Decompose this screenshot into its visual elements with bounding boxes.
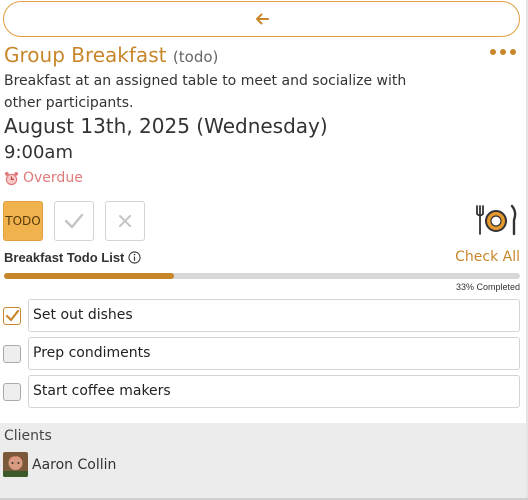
task-row: Start coffee makers: [3, 375, 520, 409]
event-title-row: Group Breakfast (todo): [4, 43, 520, 69]
todo-list-title: Breakfast Todo List: [4, 250, 125, 265]
fork-plate-knife-icon: [476, 204, 517, 236]
todo-progress-fill: [4, 273, 175, 279]
task-row: Prep condiments: [3, 337, 520, 371]
event-type: (todo): [172, 48, 219, 66]
back-button[interactable]: [3, 1, 520, 37]
alarm-clock-icon: [4, 171, 19, 185]
arrow-left-icon: [255, 13, 269, 25]
progress-text: 33% Completed: [455, 282, 520, 292]
task-checkbox[interactable]: [3, 307, 21, 325]
overdue-status: Overdue: [4, 170, 83, 186]
task-checkbox[interactable]: [3, 345, 21, 363]
cancel-status-button[interactable]: [105, 201, 145, 241]
client-name: Aaron Collin: [32, 456, 117, 473]
task-checkbox[interactable]: [3, 383, 21, 401]
done-status-button[interactable]: [54, 201, 94, 241]
event-title: Group Breakfast: [4, 43, 167, 67]
event-date: August 13th, 2025 (Wednesday): [4, 114, 328, 138]
avatar: [3, 452, 28, 477]
event-description: Breakfast at an assigned table to meet a…: [4, 73, 407, 111]
x-icon: [119, 215, 131, 227]
check-all-button[interactable]: Check All: [455, 249, 520, 265]
todo-status-button[interactable]: TODO: [3, 201, 43, 241]
overdue-text: Overdue: [23, 170, 83, 186]
task-label[interactable]: Set out dishes: [28, 299, 520, 332]
client-item[interactable]: Aaron Collin: [3, 452, 116, 477]
clients-label: Clients: [4, 428, 52, 444]
info-icon[interactable]: [128, 251, 141, 264]
checkmark-icon: [5, 309, 20, 322]
task-label[interactable]: Prep condiments: [28, 337, 520, 370]
event-time: 9:00am: [4, 142, 73, 163]
more-options-icon[interactable]: [490, 49, 516, 57]
task-label[interactable]: Start coffee makers: [28, 375, 520, 408]
todo-progress-bar: [4, 273, 520, 279]
checkmark-icon: [64, 213, 84, 229]
clients-section: Clients Aaron Collin: [0, 423, 526, 500]
todo-list-header: Breakfast Todo List: [4, 250, 141, 265]
task-row: Set out dishes: [3, 299, 520, 333]
